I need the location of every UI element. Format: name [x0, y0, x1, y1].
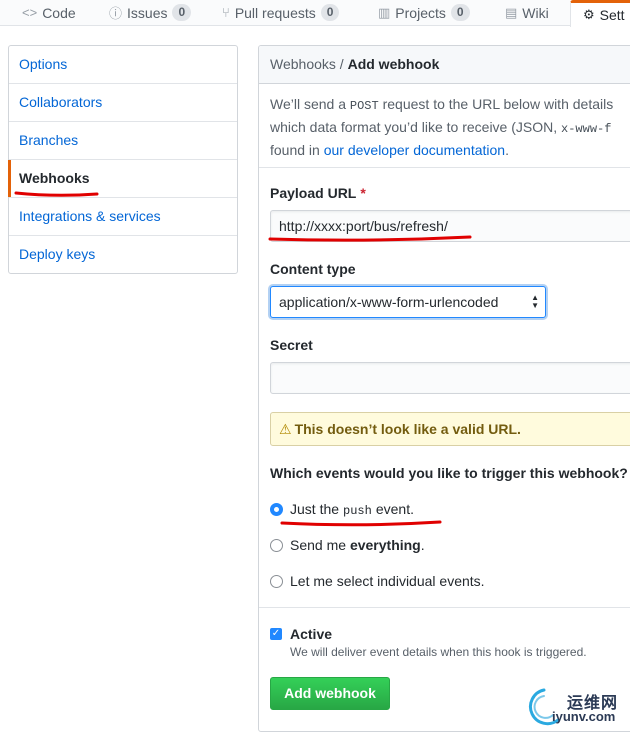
events-question: Which events would you like to trigger t… — [270, 465, 628, 481]
watermark: 运维网 iyunv.com — [524, 684, 630, 730]
active-checkbox[interactable]: ✓ — [270, 628, 282, 640]
required-mark: * — [360, 185, 366, 201]
add-webhook-panel: Webhooks / Add webhook We’ll send a POST… — [258, 45, 630, 732]
event-option-push[interactable]: Just the push event. — [270, 501, 414, 518]
push-code: push — [343, 504, 372, 518]
event-individual-label: Let me select individual events. — [290, 573, 485, 589]
tab-wiki[interactable]: ▤ Wiki — [505, 0, 549, 25]
intro-text: which data format you’d like to receive … — [270, 119, 562, 135]
sidebar-item-deploy-keys[interactable]: Deploy keys — [9, 236, 237, 273]
secret-label: Secret — [270, 337, 313, 353]
intro-text: request to the URL below with details — [378, 96, 614, 112]
divider — [259, 167, 630, 168]
event-option-individual[interactable]: Let me select individual events. — [270, 573, 485, 589]
event-option-everything[interactable]: Send me everything. — [270, 537, 425, 553]
tab-projects[interactable]: ▥ Projects 0 — [378, 0, 470, 25]
payload-url-label: Payload URL * — [270, 185, 366, 201]
pull-requests-counter: 0 — [320, 4, 340, 21]
active-label: Active — [290, 626, 333, 642]
gear-icon: ⚙ — [583, 7, 595, 22]
event-everything-text-c: . — [420, 537, 425, 553]
intro-text: found in — [270, 142, 324, 158]
intro-text: . — [505, 142, 509, 158]
event-push-text-a: Just the — [290, 501, 340, 517]
active-note: We will deliver event details when this … — [290, 645, 587, 659]
sidebar-item-collaborators[interactable]: Collaborators — [9, 84, 237, 122]
active-option[interactable]: ✓ Active — [270, 626, 332, 642]
tab-settings[interactable]: ⚙ Sett — [570, 0, 630, 27]
projects-counter: 0 — [450, 4, 470, 21]
payload-url-label-text: Payload URL — [270, 185, 357, 201]
invalid-url-warning: ⚠ This doesn’t look like a valid URL. — [270, 412, 630, 446]
content-type-value: application/x-www-form-urlencoded — [279, 294, 499, 310]
project-icon: ▥ — [378, 4, 391, 20]
divider — [259, 607, 630, 608]
tab-code[interactable]: <> Code — [22, 0, 76, 25]
sidebar-item-options[interactable]: Options — [9, 46, 237, 84]
developer-docs-link[interactable]: our developer documentation — [324, 142, 505, 158]
tab-code-label: Code — [42, 4, 76, 21]
radio-everything[interactable] — [270, 538, 283, 552]
code-icon: <> — [22, 5, 38, 20]
intro-line-2: which data format you’d like to receive … — [270, 117, 630, 140]
watermark-en-text: iyunv.com — [552, 709, 616, 724]
warning-text: This doesn’t look like a valid URL. — [294, 421, 521, 437]
tab-issues-label: Issues — [127, 4, 168, 21]
intro-text: We’ll send a — [270, 96, 350, 112]
tab-wiki-label: Wiki — [522, 4, 549, 21]
payload-url-input[interactable]: http://xxxx:port/bus/refresh/ — [270, 210, 630, 242]
event-everything-text-a: Send me — [290, 537, 350, 553]
page-title: Add webhook — [347, 56, 440, 72]
intro-line-3: found in our developer documentation. — [270, 140, 630, 161]
webhook-intro-text: We’ll send a POST request to the URL bel… — [270, 94, 630, 161]
tab-settings-label: Sett — [599, 7, 625, 23]
sidebar-item-integrations[interactable]: Integrations & services — [9, 198, 237, 236]
format-code: x-www-f — [561, 122, 612, 136]
tab-pull-requests-label: Pull requests — [234, 4, 316, 21]
breadcrumb-separator: / — [335, 56, 348, 72]
radio-push[interactable] — [270, 503, 283, 516]
event-everything-label: Send me everything. — [290, 537, 425, 553]
event-push-label: Just the push event. — [290, 501, 414, 518]
select-arrows-icon: ▲ ▼ — [531, 293, 539, 310]
book-icon: ▤ — [505, 4, 518, 20]
radio-individual[interactable] — [270, 574, 283, 588]
post-code: POST — [349, 99, 379, 113]
tab-projects-label: Projects — [395, 4, 446, 21]
sidebar-item-webhooks[interactable]: Webhooks — [8, 160, 237, 198]
event-everything-bold: everything — [349, 537, 421, 553]
intro-line-1: We’ll send a POST request to the URL bel… — [270, 94, 630, 117]
add-webhook-button[interactable]: Add webhook — [270, 677, 390, 710]
panel-header: Webhooks / Add webhook — [259, 46, 630, 84]
pull-request-icon: ⑂ — [222, 5, 230, 20]
issues-counter: 0 — [172, 4, 192, 21]
alert-icon: ⚠ — [279, 421, 292, 437]
settings-sidebar: Options Collaborators Branches Webhooks … — [8, 45, 238, 274]
sidebar-item-branches[interactable]: Branches — [9, 122, 237, 160]
repo-nav-tabs: <> Code ⓘ Issues 0 ⑂ Pull requests 0 ▥ P… — [0, 0, 630, 27]
tab-issues[interactable]: ⓘ Issues 0 — [109, 0, 192, 25]
issue-icon: ⓘ — [109, 6, 123, 21]
content-type-label: Content type — [270, 261, 356, 277]
content-type-select[interactable]: application/x-www-form-urlencoded ▲ ▼ — [270, 286, 546, 318]
secret-input[interactable] — [270, 362, 630, 394]
tab-pull-requests[interactable]: ⑂ Pull requests 0 — [222, 0, 340, 25]
event-push-text-b: event. — [375, 501, 414, 517]
breadcrumb-webhooks[interactable]: Webhooks — [270, 56, 336, 72]
